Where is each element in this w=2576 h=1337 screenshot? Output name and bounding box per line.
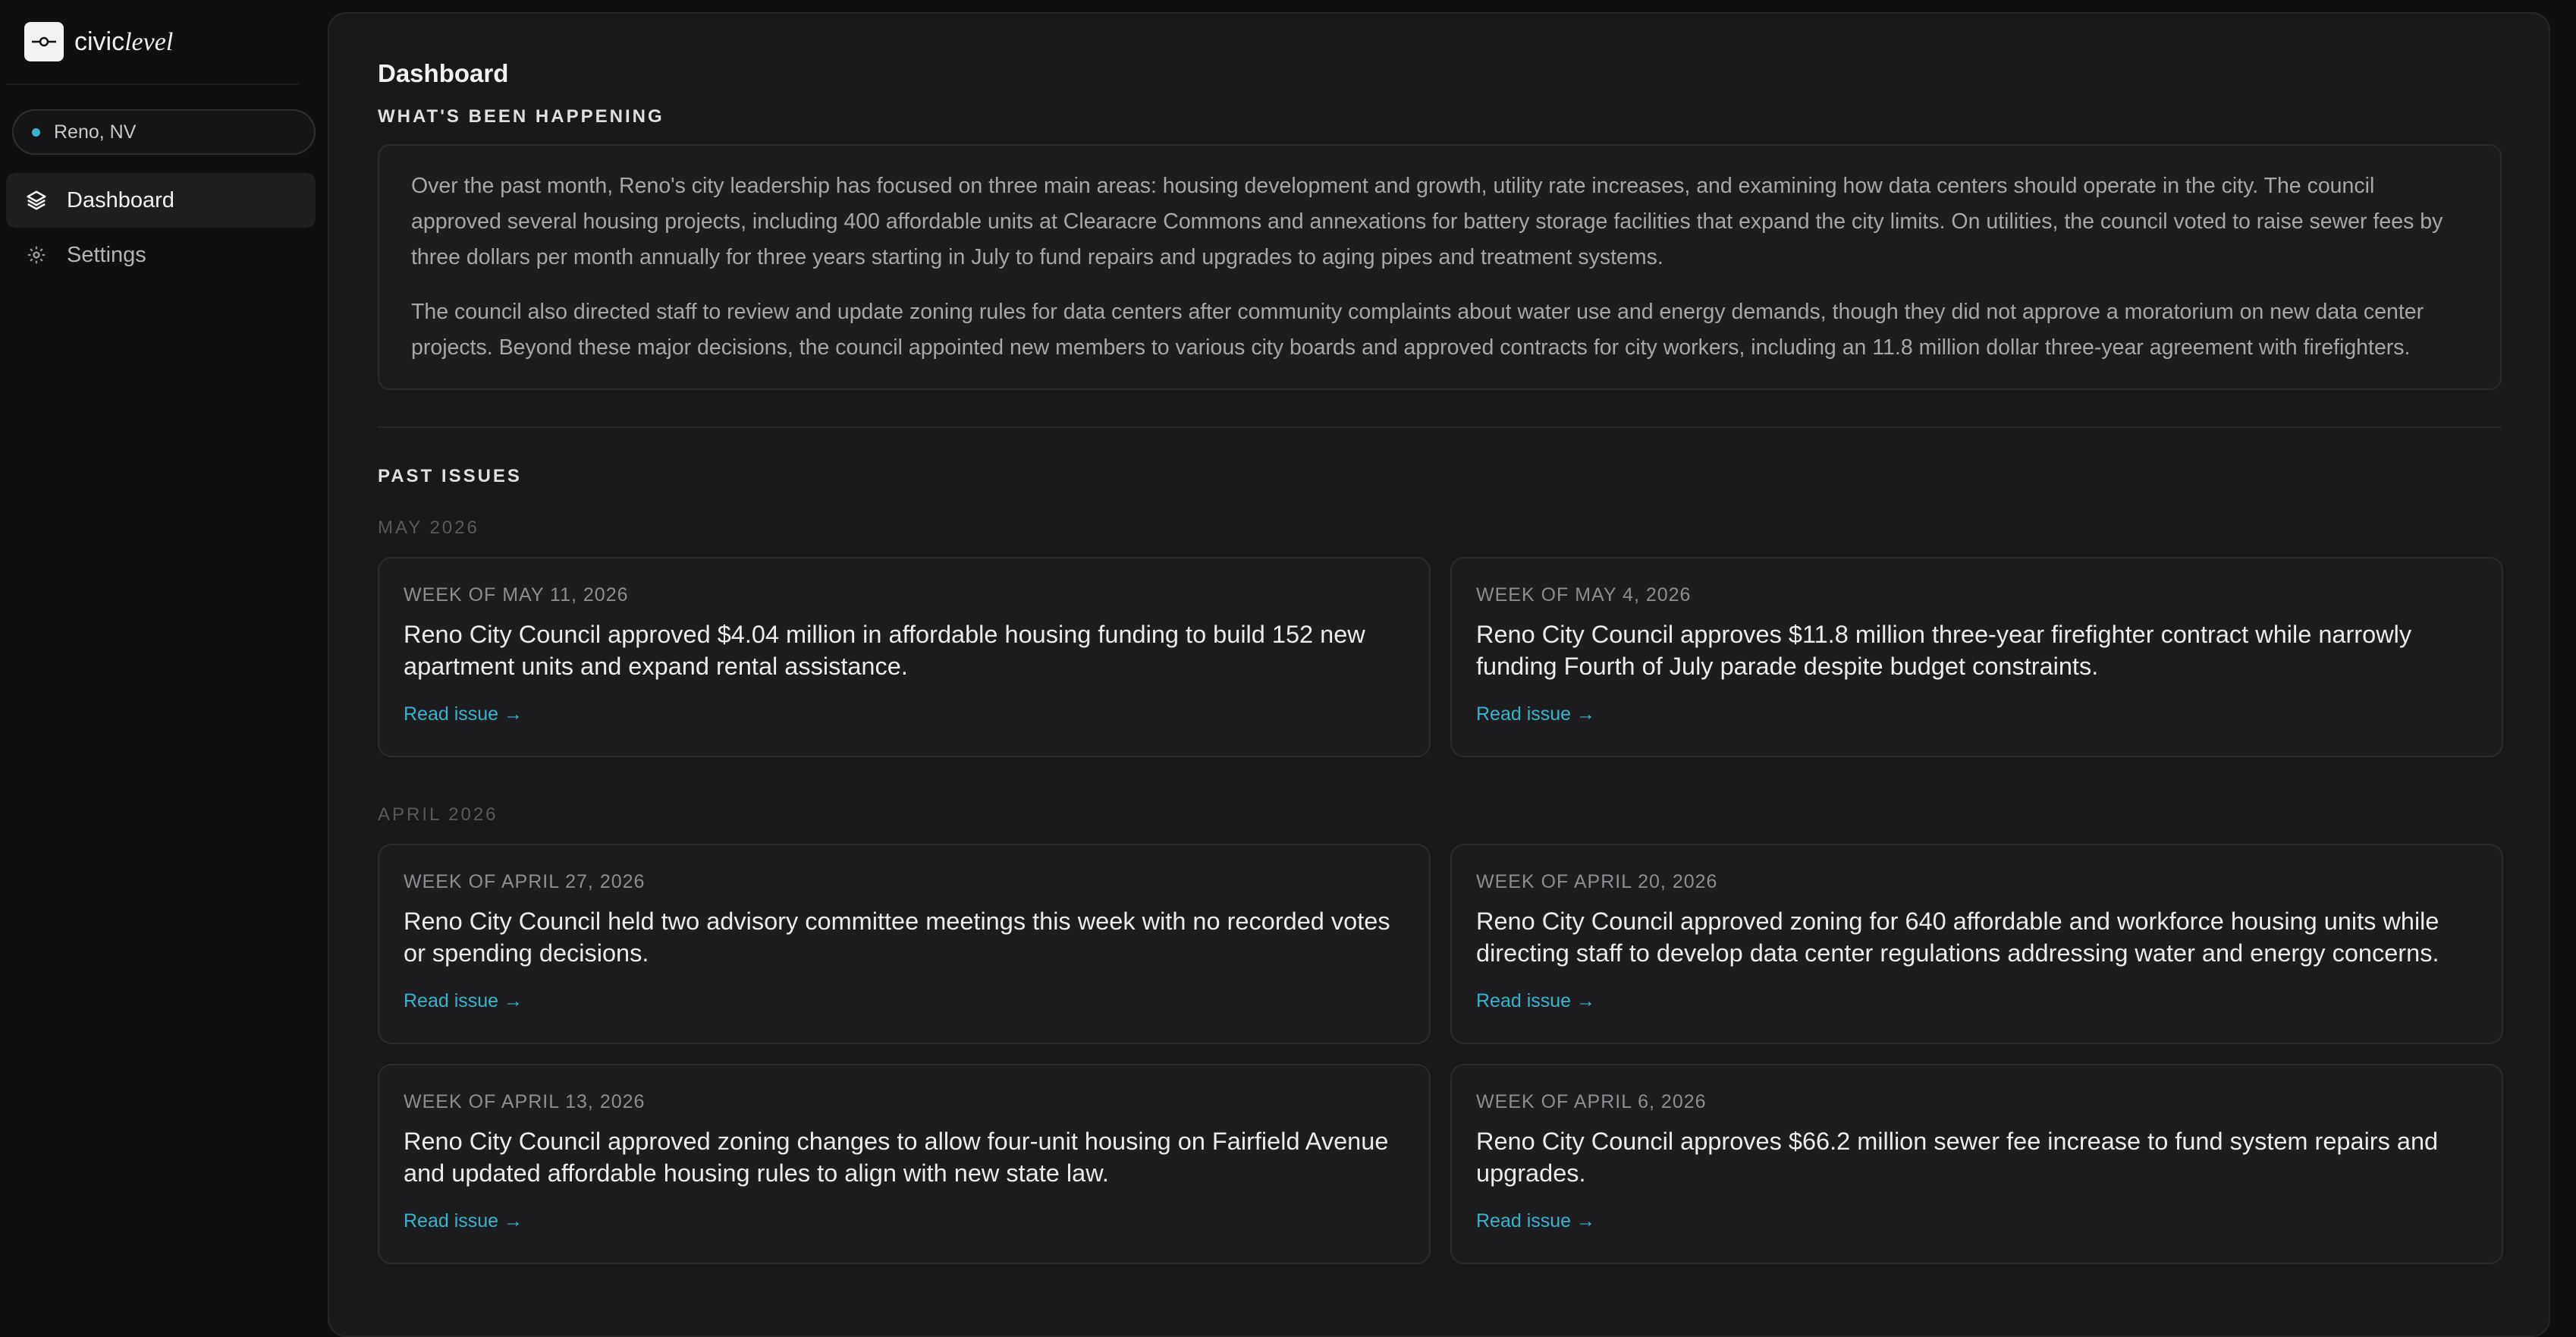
- issues-grid: WEEK OF APRIL 27, 2026 Reno City Council…: [378, 844, 2503, 1264]
- brand-name-italic: level: [124, 27, 174, 56]
- gear-icon: [23, 241, 50, 269]
- issue-summary: Reno City Council approved zoning change…: [404, 1128, 1389, 1187]
- month-heading: APRIL 2026: [378, 804, 498, 825]
- issue-week: WEEK OF APRIL 6, 2026: [1476, 1091, 1707, 1112]
- read-issue-link[interactable]: Read issue →: [1476, 990, 2477, 1012]
- issues-grid: WEEK OF MAY 11, 2026 Reno City Council a…: [378, 557, 2503, 757]
- sidebar-item-label: Dashboard: [67, 187, 174, 212]
- summary-heading: WHAT'S BEEN HAPPENING: [378, 106, 664, 127]
- read-issue-link[interactable]: Read issue →: [404, 703, 1405, 725]
- issue-week: WEEK OF APRIL 13, 2026: [404, 1091, 646, 1112]
- sidebar-item-dashboard[interactable]: Dashboard: [6, 173, 316, 228]
- issue-card[interactable]: WEEK OF MAY 4, 2026 Reno City Council ap…: [1450, 557, 2503, 757]
- logo-icon: [24, 22, 64, 61]
- page-title: Dashboard: [378, 59, 509, 87]
- read-issue-link[interactable]: Read issue →: [1476, 1210, 2477, 1232]
- issue-card[interactable]: WEEK OF APRIL 13, 2026 Reno City Council…: [378, 1064, 1431, 1264]
- issue-summary: Reno City Council approves $66.2 million…: [1476, 1128, 2439, 1187]
- issue-summary: Reno City Council approved zoning for 64…: [1476, 908, 2439, 967]
- summary-paragraph: Over the past month, Reno's city leaders…: [411, 174, 2443, 269]
- layers-icon: [23, 187, 50, 214]
- brand[interactable]: civiclevel: [6, 0, 299, 85]
- summary-box: Over the past month, Reno's city leaders…: [378, 144, 2502, 390]
- app-root: civiclevel Reno, NV Dashboard Settings D…: [0, 0, 2576, 1337]
- location-label: Reno, NV: [54, 121, 137, 143]
- issue-card[interactable]: WEEK OF APRIL 20, 2026 Reno City Council…: [1450, 844, 2503, 1044]
- past-issues-heading: PAST ISSUES: [378, 466, 522, 486]
- divider: [378, 426, 2502, 428]
- issue-week: WEEK OF MAY 11, 2026: [404, 584, 629, 606]
- issue-summary: Reno City Council approved $4.04 million…: [404, 621, 1365, 680]
- issue-week: WEEK OF APRIL 20, 2026: [1476, 871, 1718, 892]
- main-panel: Dashboard WHAT'S BEEN HAPPENING Over the…: [328, 12, 2550, 1337]
- sidebar: civiclevel Reno, NV Dashboard Settings: [0, 0, 328, 1337]
- month-heading: MAY 2026: [378, 517, 479, 538]
- issue-summary: Reno City Council approves $11.8 million…: [1476, 621, 2412, 680]
- read-issue-link[interactable]: Read issue →: [404, 1210, 1405, 1232]
- location-dot-icon: [32, 127, 40, 137]
- read-issue-link[interactable]: Read issue →: [404, 990, 1405, 1012]
- issue-card[interactable]: WEEK OF APRIL 27, 2026 Reno City Council…: [378, 844, 1431, 1044]
- brand-name: civiclevel: [74, 27, 173, 57]
- issue-card[interactable]: WEEK OF APRIL 6, 2026 Reno City Council …: [1450, 1064, 2503, 1264]
- read-issue-link[interactable]: Read issue →: [1476, 703, 2477, 725]
- sidebar-item-settings[interactable]: Settings: [6, 228, 316, 282]
- summary-paragraph: The council also directed staff to revie…: [411, 300, 2424, 360]
- issue-week: WEEK OF APRIL 27, 2026: [404, 871, 646, 892]
- sidebar-nav: Dashboard Settings: [6, 173, 316, 282]
- issue-card[interactable]: WEEK OF MAY 11, 2026 Reno City Council a…: [378, 557, 1431, 757]
- location-selector[interactable]: Reno, NV: [12, 109, 316, 155]
- brand-name-regular: civic: [74, 27, 125, 56]
- issue-summary: Reno City Council held two advisory comm…: [404, 908, 1390, 967]
- issue-week: WEEK OF MAY 4, 2026: [1476, 584, 1692, 606]
- sidebar-item-label: Settings: [67, 242, 146, 267]
